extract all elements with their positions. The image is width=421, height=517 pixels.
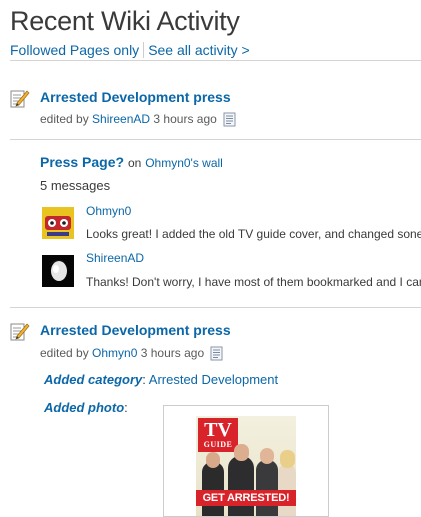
activity-meta: edited by ShireenAD 3 hours ago (40, 112, 237, 127)
activity-meta: edited by Ohmyn0 3 hours ago (40, 346, 224, 361)
activity-user-link[interactable]: ShireenAD (92, 112, 150, 126)
added-photo-thumbnail[interactable]: TV GUIDE GET ARRESTED! (163, 405, 329, 517)
message-author-link[interactable]: Ohmyn0 (86, 204, 131, 218)
edited-by-text: edited by (40, 346, 89, 360)
page-title: Recent Wiki Activity (10, 6, 240, 36)
thread-on-text: on (127, 156, 142, 170)
cast-member-2-face (234, 444, 249, 461)
wall-thread-header: Press Page? on Ohmyn0's wall (40, 154, 223, 170)
cast-member-1 (202, 462, 224, 516)
cast-member-3 (256, 460, 278, 516)
followed-pages-tab[interactable]: Followed Pages only (10, 42, 139, 58)
added-photo-label: Added photo (44, 400, 125, 415)
tv-logo-text: TV (204, 419, 232, 441)
activity-time: 3 hours ago (153, 112, 217, 126)
see-all-activity-link[interactable]: See all activity > (148, 42, 250, 58)
diff-icon[interactable] (223, 112, 237, 127)
message-text: Looks great! I added the old TV guide co… (86, 227, 421, 241)
guide-logo-text: GUIDE (203, 440, 233, 449)
tv-guide-cover-image: TV GUIDE GET ARRESTED! (196, 416, 296, 516)
added-category-row: Added category: Arrested Development (44, 372, 278, 387)
category-link[interactable]: Arrested Development (149, 372, 278, 387)
message-text: Thanks! Don't worry, I have most of them… (86, 275, 421, 289)
label-colon: : (142, 372, 146, 387)
wall-owner-link[interactable]: Ohmyn0's wall (145, 156, 223, 170)
diff-icon[interactable] (210, 346, 224, 361)
added-photo-row: Added photo: (44, 400, 128, 415)
activity-tabs: Followed Pages only See all activity > (10, 42, 250, 58)
activity-page-link[interactable]: Arrested Development press (40, 322, 231, 338)
cast-member-3-face (260, 448, 274, 464)
avatar[interactable] (42, 207, 74, 239)
cover-banner: GET ARRESTED! (196, 490, 296, 506)
cast-member-4-hair (280, 450, 295, 468)
tv-guide-logo: TV GUIDE (198, 418, 238, 452)
edit-page-icon (10, 90, 30, 108)
person-avatar-icon (42, 255, 74, 287)
edited-by-text: edited by (40, 112, 89, 126)
cast-member-1-face (206, 452, 220, 468)
activity-divider (10, 139, 421, 140)
label-colon: : (124, 400, 128, 415)
activity-time: 3 hours ago (140, 346, 205, 360)
edit-page-icon (10, 323, 30, 341)
activity-divider (10, 307, 421, 308)
header-divider (10, 60, 421, 61)
tab-divider (143, 42, 145, 58)
avatar[interactable] (42, 255, 74, 287)
activity-page-link[interactable]: Arrested Development press (40, 89, 231, 105)
message-author-link[interactable]: ShireenAD (86, 251, 144, 265)
thread-title-link[interactable]: Press Page? (40, 154, 124, 170)
added-category-label: Added category (44, 372, 143, 387)
cartoon-avatar-icon (42, 207, 74, 239)
message-count: 5 messages (40, 178, 111, 193)
cast-member-2 (228, 456, 254, 516)
activity-user-link[interactable]: Ohmyn0 (92, 346, 137, 360)
